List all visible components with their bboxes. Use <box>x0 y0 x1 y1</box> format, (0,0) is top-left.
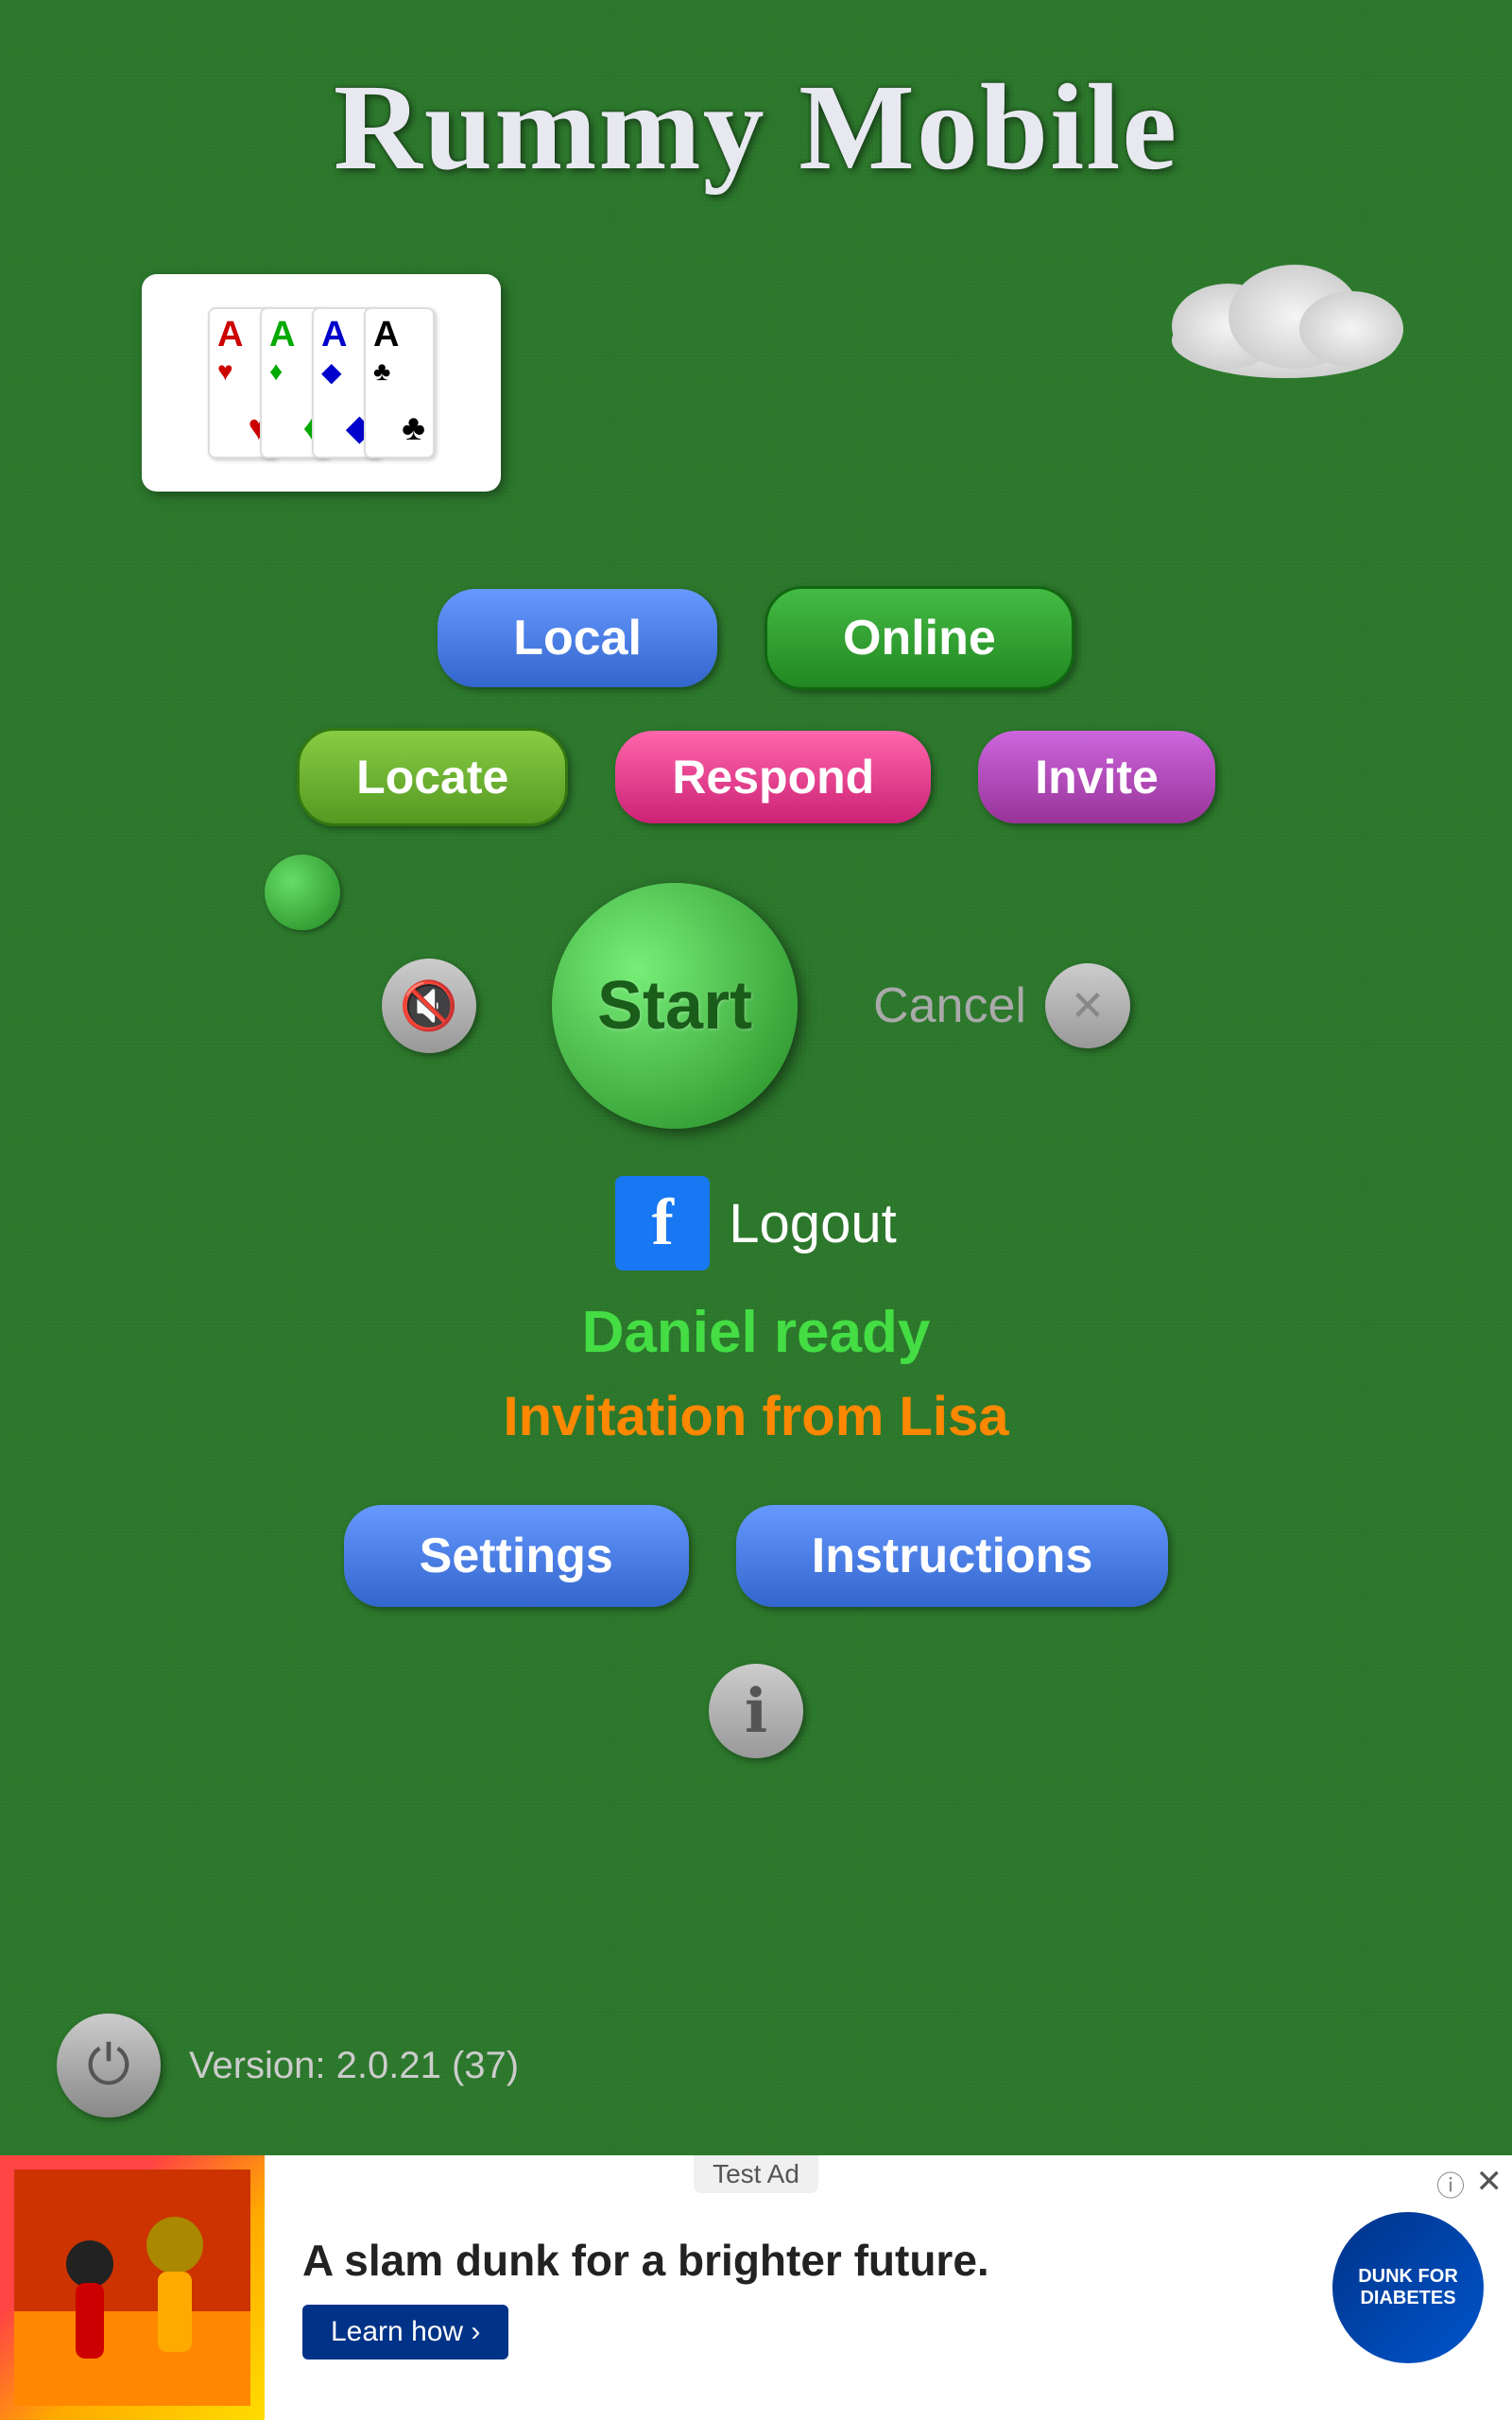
card-1-letter: A <box>217 317 243 353</box>
daniel-ready-status: Daniel ready <box>0 1299 1512 1366</box>
ad-test-label: Test Ad <box>694 2155 818 2193</box>
ad-logo-text: DUNK FOR DIABETES <box>1332 2256 1484 2319</box>
app-title: Rummy Mobile <box>0 0 1512 199</box>
cancel-area: Cancel ✕ <box>873 963 1130 1048</box>
power-button[interactable]: ⏻ <box>57 2014 161 2118</box>
cancel-x-icon: ✕ <box>1071 982 1106 1030</box>
card-4-letter: A <box>373 317 399 353</box>
ad-content: A slam dunk for a brighter future. Learn… <box>265 2197 1304 2378</box>
cancel-button[interactable]: ✕ <box>1045 963 1130 1048</box>
mute-button[interactable]: 🔇 <box>382 959 476 1053</box>
bottom-area: ⏻ Version: 2.0.21 (37) <box>57 2014 519 2118</box>
card-2-letter: A <box>269 317 295 353</box>
logout-button[interactable]: Logout <box>729 1192 896 1255</box>
secondary-mode-row: Locate Respond Invite <box>297 728 1215 826</box>
ad-learn-more-button[interactable]: Learn how › <box>302 2305 508 2360</box>
ad-logo: DUNK FOR DIABETES <box>1332 2212 1484 2363</box>
primary-mode-row: Local Online <box>438 586 1074 690</box>
instructions-button[interactable]: Instructions <box>736 1505 1169 1607</box>
ad-close-button[interactable]: ✕ <box>1476 2163 1503 2201</box>
cloud-svg <box>1153 255 1418 378</box>
info-button[interactable]: ℹ <box>709 1664 803 1758</box>
status-area: Daniel ready Invitation from Lisa <box>0 1299 1512 1448</box>
power-icon: ⏻ <box>87 2033 130 2098</box>
local-button[interactable]: Local <box>438 589 717 687</box>
version-text: Version: 2.0.21 (37) <box>189 2045 519 2087</box>
fb-logout-area: f Logout <box>0 1176 1512 1270</box>
ad-banner: Test Ad ⓘ ✕ A slam dunk for a brighter f… <box>0 2155 1512 2420</box>
mute-icon: 🔇 <box>400 978 458 1034</box>
facebook-icon: f <box>615 1176 710 1270</box>
card-2-suit: ♦ <box>269 356 283 387</box>
info-icon: ℹ <box>745 1676 767 1747</box>
invitation-status: Invitation from Lisa <box>0 1385 1512 1448</box>
respond-button[interactable]: Respond <box>615 731 931 823</box>
online-button[interactable]: Online <box>765 586 1074 690</box>
cards-area: A ♥ ♥ A ♦ ♦ A ◆ ◆ A ♣ ♣ <box>0 274 1512 492</box>
bottom-buttons-row: Settings Instructions <box>0 1505 1512 1607</box>
start-area: 🔇 Start Cancel ✕ <box>0 883 1512 1129</box>
settings-button[interactable]: Settings <box>344 1505 689 1607</box>
ad-photo-svg <box>14 2169 250 2406</box>
ad-image <box>0 2155 265 2420</box>
info-button-area: ℹ <box>0 1664 1512 1758</box>
locate-button[interactable]: Locate <box>297 728 568 826</box>
game-mode-section: Local Online Locate Respond Invite <box>0 586 1512 826</box>
card-4: A ♣ ♣ <box>364 307 435 458</box>
card-1-suit: ♥ <box>217 356 233 387</box>
start-button[interactable]: Start <box>552 883 798 1129</box>
card-4-suit: ♣ <box>373 356 390 387</box>
cancel-label: Cancel <box>873 977 1026 1034</box>
cloud-decoration <box>1153 255 1418 383</box>
ad-title: A slam dunk for a brighter future. <box>302 2235 1266 2286</box>
card-3-letter: A <box>321 317 347 353</box>
card-3-suit: ◆ <box>321 356 342 388</box>
cards-display: A ♥ ♥ A ♦ ♦ A ◆ ◆ A ♣ ♣ <box>142 274 501 492</box>
card-4-suit-center: ♣ <box>402 408 425 449</box>
ad-info-icon[interactable]: ⓘ <box>1436 2163 1465 2204</box>
invite-button[interactable]: Invite <box>978 731 1215 823</box>
green-dot-decoration <box>265 855 340 930</box>
ad-logo-area: DUNK FOR DIABETES <box>1304 2193 1512 2382</box>
